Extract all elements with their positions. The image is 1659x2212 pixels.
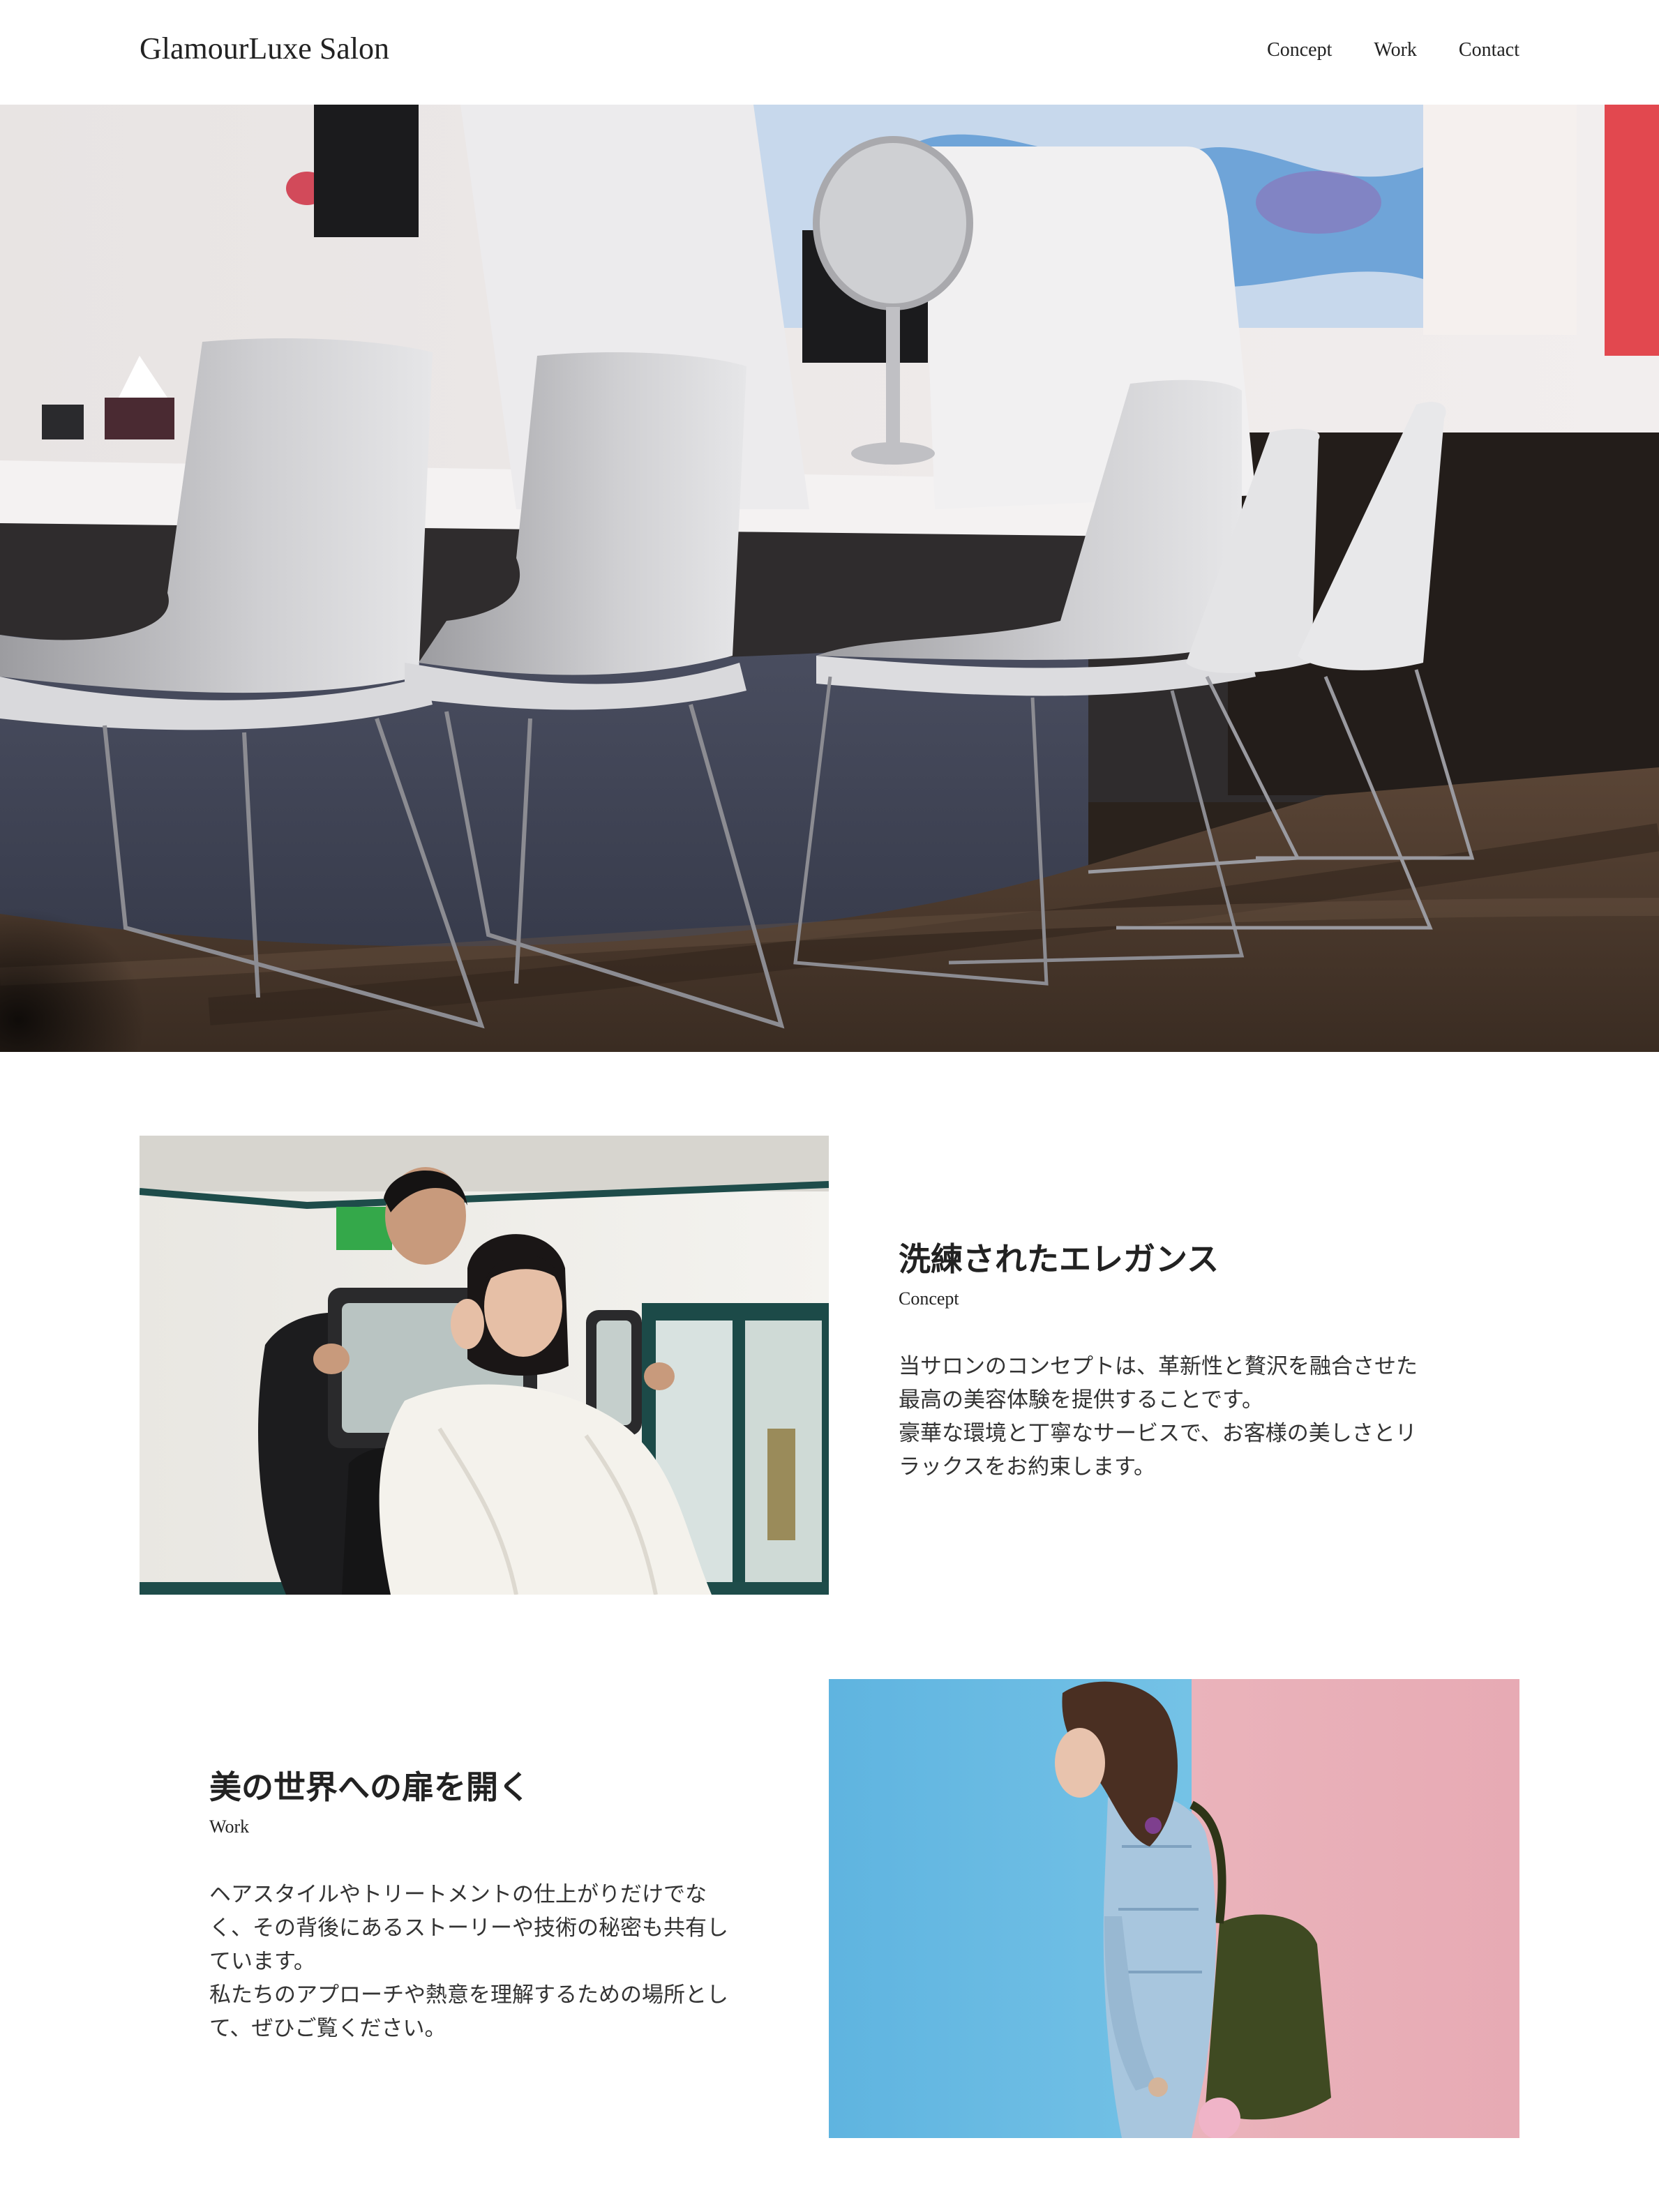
concept-body: 当サロンのコンセプトは、革新性と贅沢を融合させた 最高の美容体験を提供することで… (899, 1350, 1443, 1484)
concept-text-block: 洗練されたエレガンス Concept 当サロンのコンセプトは、革新性と贅沢を融合… (899, 1240, 1443, 1484)
work-body: ヘアスタイルやトリートメントの仕上がりだけでな く、その背後にあるストーリーや技… (209, 1878, 753, 2045)
concept-body-line: 最高の美容体験を提供することです。 (899, 1387, 1263, 1413)
concept-body-line: 当サロンのコンセプトは、革新性と贅沢を融合させた (899, 1354, 1418, 1380)
work-text-block: 美の世界への扉を開く Work ヘアスタイルやトリートメントの仕上がりだけでな … (209, 1768, 753, 2045)
woman-against-wall-illustration (829, 1679, 1519, 2138)
concept-image (140, 1136, 829, 1595)
work-body-line: ています。 (209, 1949, 315, 1975)
work-body-line: く、その背後にあるストーリーや技術の秘密も共有し (209, 1916, 728, 1941)
work-image (829, 1679, 1519, 2138)
work-body-line: ヘアスタイルやトリートメントの仕上がりだけでな (209, 1882, 707, 1908)
stylist-with-client-illustration (140, 1136, 829, 1595)
salon-interior-illustration (0, 105, 1659, 1052)
nav-item-work[interactable]: Work (1374, 39, 1417, 61)
concept-label: Concept (899, 1288, 959, 1309)
hero-image (0, 105, 1659, 1052)
concept-heading: 洗練されたエレガンス (899, 1240, 1219, 1278)
nav-item-contact[interactable]: Contact (1459, 39, 1519, 61)
site-header: GlamourLuxe Salon Concept Work Contact (0, 0, 1659, 105)
concept-body-line: ラックスをお約束します。 (899, 1454, 1155, 1480)
main-nav: Concept Work Contact (1267, 39, 1519, 61)
concept-body-line: 豪華な環境と丁寧なサービスで、お客様の美しさとリ (899, 1421, 1417, 1447)
nav-item-concept[interactable]: Concept (1267, 39, 1332, 61)
work-heading: 美の世界への扉を開く (209, 1768, 530, 1806)
work-label: Work (209, 1816, 250, 1837)
work-body-line: て、ぜひご覧ください。 (209, 2016, 446, 2042)
work-body-line: 私たちのアプローチや熱意を理解するための場所とし (209, 1982, 728, 2008)
brand-logo-link[interactable]: GlamourLuxe Salon (140, 31, 389, 66)
